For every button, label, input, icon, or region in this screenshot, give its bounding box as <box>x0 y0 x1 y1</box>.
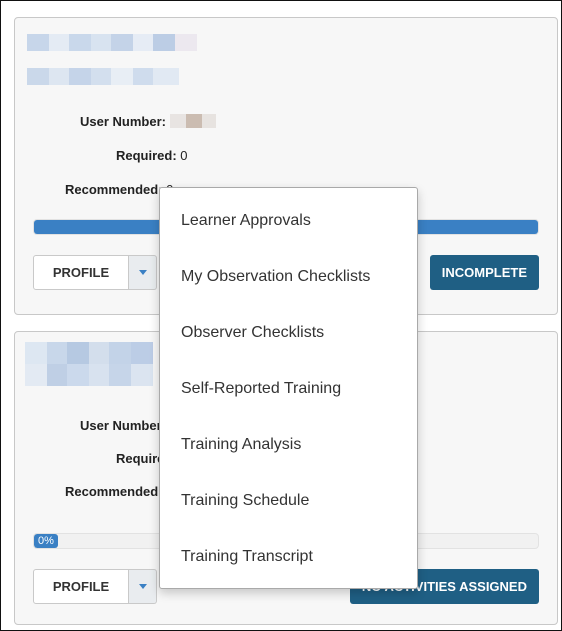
profile-button-group: PROFILE <box>33 255 157 290</box>
menu-item-training-schedule[interactable]: Training Schedule <box>160 473 417 529</box>
profile-button[interactable]: PROFILE <box>33 569 129 604</box>
caret-down-icon <box>138 584 147 589</box>
menu-item-training-analysis[interactable]: Training Analysis <box>160 417 417 473</box>
recommended-label: Recommended: <box>65 484 163 499</box>
profile-dropdown-toggle[interactable] <box>129 569 157 604</box>
caret-down-icon <box>138 270 147 275</box>
required-row: Required: 0 <box>116 148 188 163</box>
status-button[interactable]: INCOMPLETE <box>429 255 539 290</box>
redacted-user-number-3 <box>201 114 216 128</box>
redacted-user-detail <box>27 68 179 85</box>
redacted-user-name <box>25 342 153 364</box>
redacted-user-name <box>27 34 197 51</box>
required-label: Required: <box>116 148 177 163</box>
menu-item-self-reported-training[interactable]: Self-Reported Training <box>160 361 417 417</box>
profile-dropdown-menu: Learner Approvals My Observation Checkli… <box>159 187 418 589</box>
menu-item-observer-checklists[interactable]: Observer Checklists <box>160 305 417 361</box>
user-number-row: User Number: <box>80 114 216 129</box>
menu-item-training-transcript[interactable]: Training Transcript <box>160 529 417 585</box>
user-number-row: User Number: <box>80 418 166 433</box>
profile-button[interactable]: PROFILE <box>33 255 129 290</box>
menu-item-my-observation-checklists[interactable]: My Observation Checklists <box>160 249 417 305</box>
user-number-label: User Number: <box>80 418 166 433</box>
recommended-row: Recommended: 0 <box>65 182 173 197</box>
redacted-user-number-2 <box>185 114 202 128</box>
profile-button-group: PROFILE <box>33 569 157 604</box>
redacted-user-number <box>169 114 186 128</box>
user-number-label: User Number: <box>80 114 166 129</box>
menu-item-learner-approvals[interactable]: Learner Approvals <box>160 193 417 249</box>
recommended-row: Recommended: <box>65 484 163 499</box>
required-value: 0 <box>180 148 188 163</box>
progress-text: 0% <box>34 534 58 548</box>
redacted-user-detail <box>25 364 153 386</box>
recommended-label: Recommended: <box>65 182 163 197</box>
profile-dropdown-toggle[interactable] <box>129 255 157 290</box>
